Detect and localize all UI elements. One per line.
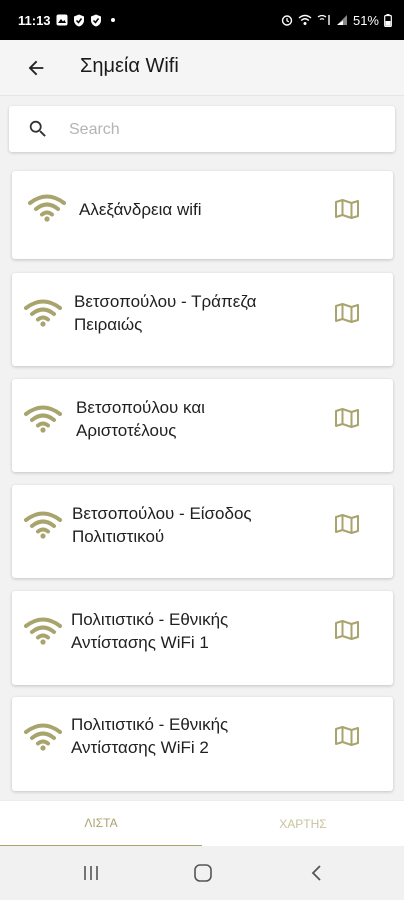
hotspot-name: Βετσοπούλου - Τράπεζα Πειραιώς	[74, 292, 257, 334]
hotspot-card[interactable]: Αλεξάνδρεια wifi	[12, 171, 393, 259]
map-icon[interactable]	[334, 725, 360, 747]
recent-apps-icon	[84, 866, 98, 880]
wifi-icon	[24, 299, 62, 327]
wifi-icon	[28, 194, 66, 222]
page-title: Σημεία Wifi	[80, 55, 179, 77]
map-icon[interactable]	[334, 513, 360, 535]
hotspot-name: Πολιτιστικό - Εθνικής Αντίστασης WiFi 1	[71, 610, 229, 652]
hotspot-card[interactable]: Πολιτιστικό - Εθνικής Αντίστασης WiFi 2	[12, 697, 393, 791]
wifi-icon	[24, 511, 62, 539]
hotspot-card[interactable]: Βετσοπούλου - Είσοδος Πολιτιστικού	[12, 485, 393, 578]
battery-percentage: 51%	[352, 12, 379, 28]
status-time: 11:13	[18, 12, 51, 28]
home-button[interactable]	[188, 860, 218, 886]
status-bar: 11:13 51%	[0, 0, 404, 40]
gallery-notification-icon	[56, 14, 68, 26]
map-icon[interactable]	[334, 302, 360, 324]
volte-signal-icon	[317, 14, 331, 26]
tab-map[interactable]: ΧΑΡΤΗΣ	[202, 801, 404, 847]
home-icon	[194, 864, 212, 882]
wifi-icon	[24, 405, 62, 433]
wifi-icon	[24, 723, 62, 751]
alarm-icon	[281, 14, 293, 26]
hotspot-card[interactable]: Πολιτιστικό - Εθνικής Αντίστασης WiFi 1	[12, 591, 393, 685]
more-notifications-dot-icon	[110, 18, 115, 22]
app-bar: Σημεία Wifi	[0, 40, 404, 96]
recent-apps-button[interactable]	[76, 860, 106, 886]
battery-icon	[384, 13, 392, 27]
wifi-call-icon	[298, 14, 312, 26]
search-bar[interactable]	[9, 106, 395, 154]
hotspot-name: Βετσοπούλου - Είσοδος Πολιτιστικού	[72, 504, 252, 546]
hotspot-name: Αλεξάνδρεια wifi	[79, 200, 202, 219]
hotspot-name: Πολιτιστικό - Εθνικής Αντίστασης WiFi 2	[71, 715, 229, 757]
system-navigation-bar	[0, 846, 404, 900]
map-icon[interactable]	[334, 619, 360, 641]
search-input[interactable]	[67, 106, 381, 154]
shield-notification-icon	[73, 14, 85, 27]
nav-back-button[interactable]	[302, 860, 332, 886]
map-icon[interactable]	[334, 198, 360, 220]
map-icon[interactable]	[334, 407, 360, 429]
chevron-left-icon	[311, 865, 321, 881]
shield-notification-icon-2	[90, 14, 102, 27]
arrow-left-icon	[28, 60, 44, 76]
cell-signal-icon	[336, 14, 348, 26]
hotspot-name: Βετσοπούλου και Αριστοτέλους	[76, 398, 205, 440]
hotspot-card[interactable]: Βετσοπούλου και Αριστοτέλους	[12, 379, 393, 472]
search-icon	[27, 118, 49, 145]
hotspot-card[interactable]: Βετσοπούλου - Τράπεζα Πειραιώς	[12, 273, 393, 366]
tab-list[interactable]: ΛΙΣΤΑ	[0, 801, 202, 847]
wifi-icon	[24, 617, 62, 645]
back-button[interactable]	[22, 54, 50, 82]
bottom-tab-bar: ΛΙΣΤΑ ΧΑΡΤΗΣ	[0, 800, 404, 847]
